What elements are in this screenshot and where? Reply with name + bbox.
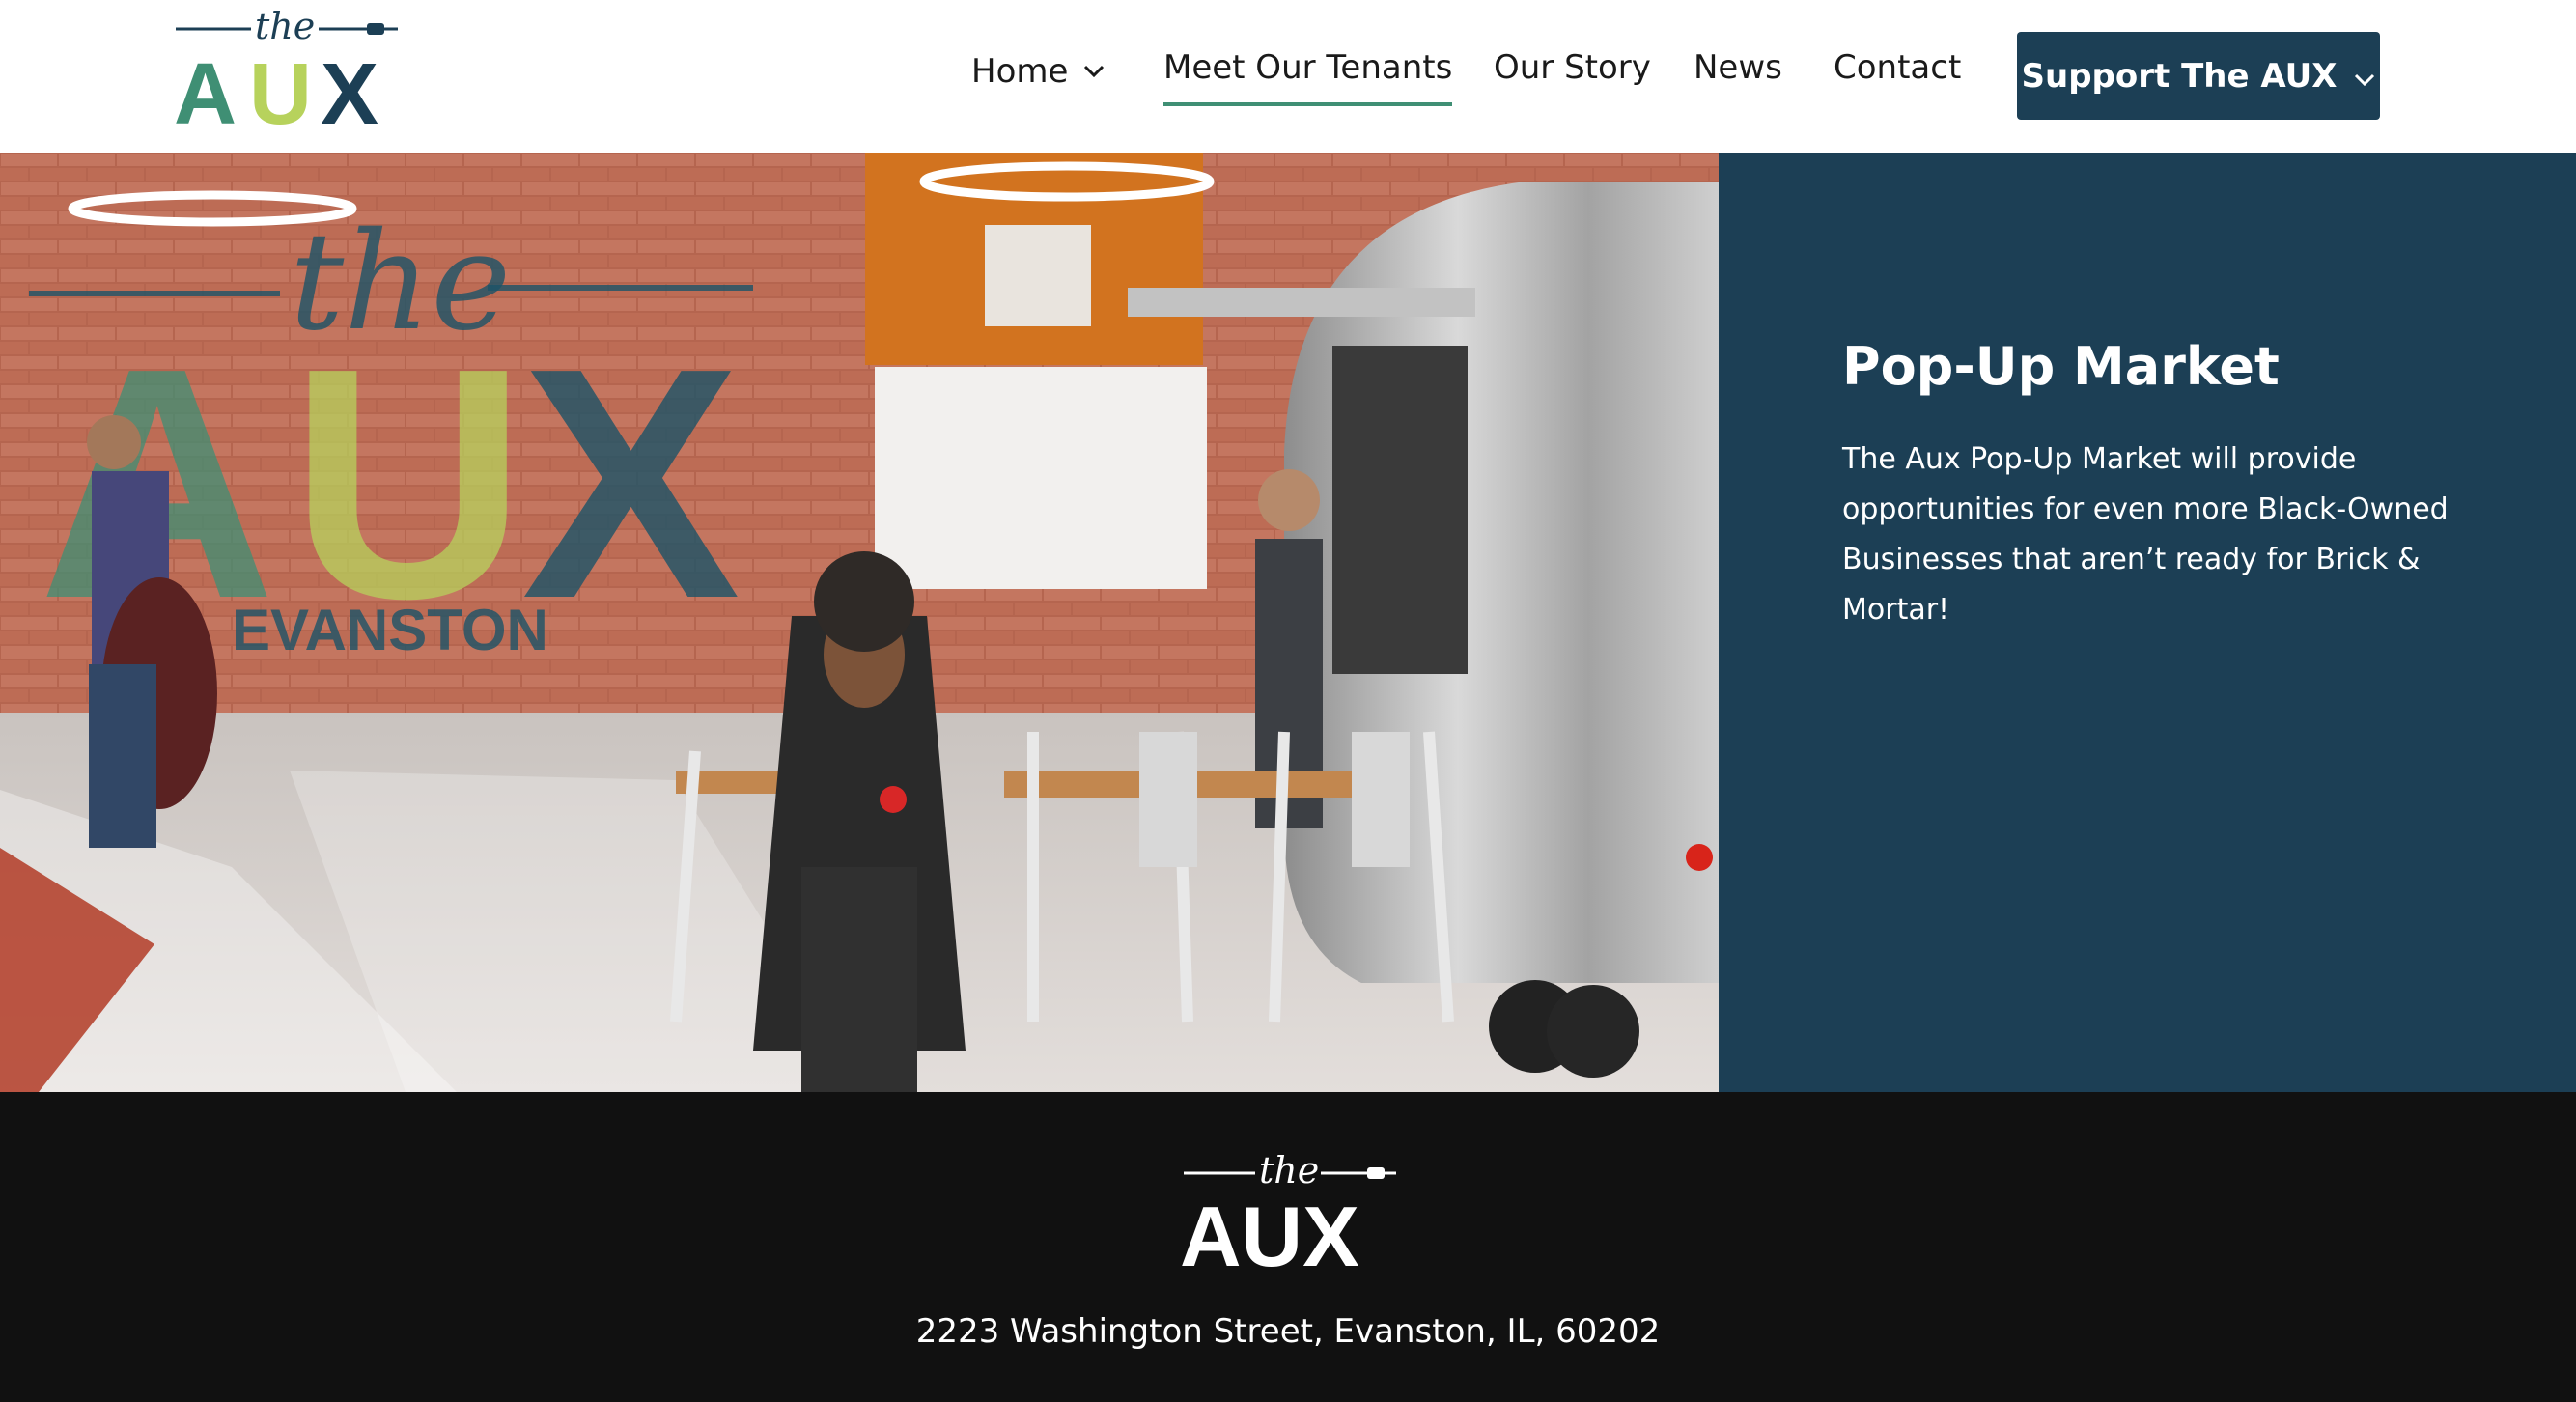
support-button-label: Support The AUX bbox=[2021, 56, 2338, 96]
footer-logo-small-text: the bbox=[1259, 1152, 1319, 1192]
chevron-down-icon bbox=[1083, 46, 1105, 89]
chevron-down-icon bbox=[2354, 57, 2375, 96]
support-the-aux-button[interactable]: Support The AUX bbox=[2017, 32, 2380, 120]
hero-illustration: the A U X EVANSTON bbox=[0, 153, 1719, 1092]
main-nav: Home Meet Our Tenants Our Story News Con… bbox=[0, 0, 2576, 153]
nav-home-label: Home bbox=[971, 52, 1069, 91]
panel-description: The Aux Pop-Up Market will provide oppor… bbox=[1842, 442, 2449, 627]
nav-contact[interactable]: Contact bbox=[1834, 46, 1961, 89]
panel-title: Pop-Up Market bbox=[1842, 336, 2280, 397]
pop-up-market-panel: Pop-Up Market The Aux Pop-Up Market will… bbox=[1719, 153, 2576, 1092]
footer-address: 2223 Washington Street, Evanston, IL, 60… bbox=[915, 1312, 1661, 1351]
footer-logo-big-text: AUX bbox=[1180, 1189, 1359, 1272]
hero-image: the A U X EVANSTON bbox=[0, 153, 1719, 1092]
svg-text:X: X bbox=[521, 300, 742, 667]
nav-meet-our-tenants[interactable]: Meet Our Tenants bbox=[1163, 46, 1453, 106]
nav-news[interactable]: News bbox=[1694, 46, 1782, 89]
site-header: the A U X Home Meet Our Tenants Our Stor… bbox=[0, 0, 2576, 153]
nav-home[interactable]: Home bbox=[971, 46, 1105, 93]
site-footer: the AUX 2223 Washington Street, Evanston… bbox=[0, 1092, 2576, 1402]
nav-our-story[interactable]: Our Story bbox=[1494, 46, 1651, 89]
mural-city-text: EVANSTON bbox=[232, 598, 548, 662]
footer-aux-logo[interactable]: the AUX bbox=[1180, 1152, 1396, 1272]
